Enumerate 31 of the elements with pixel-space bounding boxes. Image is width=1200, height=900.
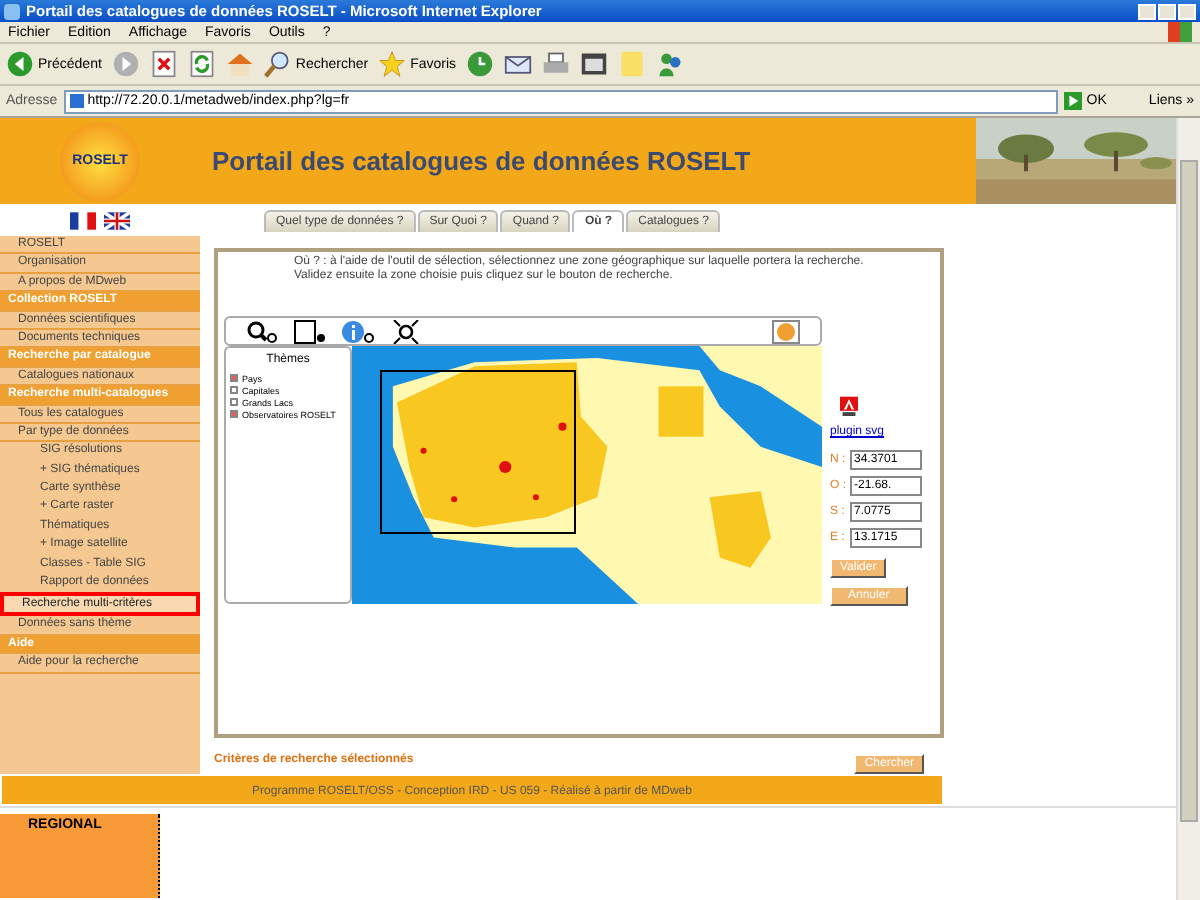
checkbox[interactable] — [230, 386, 238, 394]
windows-logo-icon — [1168, 22, 1192, 42]
close-button[interactable] — [1178, 3, 1196, 19]
mail-icon[interactable] — [504, 50, 533, 78]
checkbox[interactable] — [230, 374, 238, 382]
zoom-extent-icon[interactable] — [390, 319, 422, 343]
stop-icon[interactable] — [149, 50, 178, 78]
printer-icon[interactable] — [542, 50, 571, 78]
refresh-icon[interactable] — [187, 50, 216, 78]
minimize-button[interactable] — [1138, 3, 1156, 19]
page-icon — [69, 94, 84, 108]
messenger-icon[interactable] — [656, 50, 685, 78]
selection-rectangle[interactable] — [380, 370, 576, 534]
page-title: Portail des catalogues de données ROSELT — [210, 146, 753, 176]
history-icon[interactable] — [466, 50, 495, 78]
rectangle-select-icon[interactable] — [294, 319, 326, 343]
checkbox[interactable] — [230, 398, 238, 406]
french-flag-icon[interactable] — [70, 211, 96, 229]
british-flag-icon[interactable] — [104, 211, 130, 229]
info-icon[interactable] — [342, 319, 374, 343]
scrollbar[interactable] — [1176, 118, 1200, 900]
edit-icon[interactable] — [580, 50, 609, 78]
zoom-icon[interactable] — [246, 319, 278, 343]
home-icon[interactable] — [225, 50, 254, 78]
maximize-button[interactable] — [1158, 3, 1176, 19]
adobe-logo-icon — [840, 396, 858, 418]
checkbox[interactable] — [230, 410, 238, 418]
star-icon — [378, 50, 407, 78]
magnifier-icon — [263, 50, 292, 78]
help-icon[interactable] — [772, 319, 800, 343]
browser-icon — [4, 3, 20, 19]
